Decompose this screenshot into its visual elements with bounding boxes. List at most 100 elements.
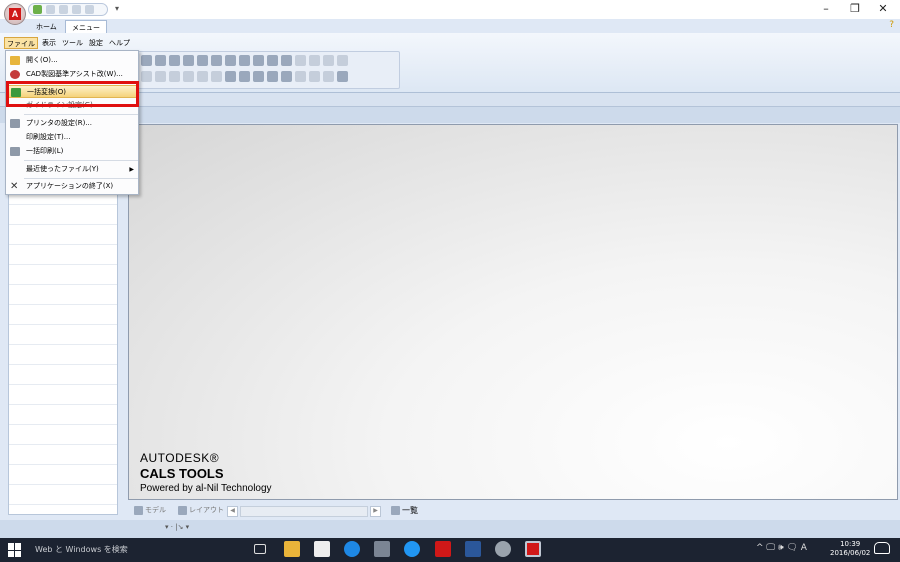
cals-tools-taskbar-icon[interactable]: [525, 541, 541, 557]
tool-icon[interactable]: [337, 71, 348, 82]
menu-item-cad-assist[interactable]: CAD製図基準アシスト改(W)...: [6, 68, 138, 81]
restore-button[interactable]: ❐: [843, 2, 867, 15]
minimize-button[interactable]: –: [814, 2, 838, 15]
menu-file[interactable]: ファイル: [4, 37, 38, 49]
tool-icon[interactable]: [183, 71, 194, 82]
menu-bar: ファイル 表示 ツール 設定 ヘルプ: [4, 37, 132, 49]
printer-icon: [10, 119, 20, 128]
menu-settings[interactable]: 設定: [87, 37, 105, 49]
windows-start-icon[interactable]: [8, 543, 22, 557]
undo-icon[interactable]: [72, 5, 81, 14]
system-tray[interactable]: ^ 🖵 🕪 🗨 A: [756, 543, 807, 553]
task-view-icon[interactable]: [254, 544, 266, 554]
clock-time: 10:39: [840, 540, 861, 548]
tool-icon[interactable]: [309, 55, 320, 66]
tool-icon[interactable]: [281, 71, 292, 82]
quick-access-toolbar: [28, 3, 108, 16]
file-menu-dropdown: 開く(O)... CAD製図基準アシスト改(W)... 一括変換(O) ガイドラ…: [5, 50, 139, 195]
scroll-left-button[interactable]: ◀: [227, 506, 238, 517]
open-icon[interactable]: [33, 5, 42, 14]
zoom-in-icon[interactable]: [169, 55, 180, 66]
toolbar-area: [136, 51, 400, 89]
internet-explorer-icon[interactable]: [404, 541, 420, 557]
tab-home[interactable]: ホーム: [30, 20, 63, 33]
tool-icon[interactable]: [337, 55, 348, 66]
horizontal-scrollbar[interactable]: [240, 506, 368, 517]
splash-branding: AUTODESK® CALS TOOLS Powered by al-Nil T…: [140, 451, 272, 494]
menu-item-printer-setup[interactable]: プリンタの設定(R)...: [6, 117, 138, 130]
word-icon[interactable]: [465, 541, 481, 557]
submenu-arrow-icon: ▶: [129, 166, 134, 173]
menu-help[interactable]: ヘルプ: [107, 37, 132, 49]
taskbar-clock[interactable]: 10:39 2016/06/02: [830, 540, 870, 558]
file-explorer-icon[interactable]: [284, 541, 300, 557]
list-icon: [391, 506, 400, 515]
store-icon[interactable]: [314, 541, 330, 557]
rotate-right-icon[interactable]: [225, 55, 236, 66]
highlight-annotation-box: [6, 81, 139, 107]
tool-icon[interactable]: [253, 71, 264, 82]
list-view-button[interactable]: 一覧: [391, 505, 418, 516]
redo-icon[interactable]: [85, 5, 94, 14]
tool-icon[interactable]: [225, 71, 236, 82]
brand-product-name: CALS TOOLS: [140, 466, 224, 481]
tool-icon[interactable]: [267, 71, 278, 82]
tool-icon[interactable]: [155, 71, 166, 82]
help-tool-icon[interactable]: [155, 55, 166, 66]
zoom-icon[interactable]: [183, 55, 194, 66]
zoom-out-icon[interactable]: [197, 55, 208, 66]
edge-browser-icon[interactable]: [344, 541, 360, 557]
tab-menu[interactable]: メニュー: [65, 20, 107, 33]
save-icon[interactable]: [46, 5, 55, 14]
circle-icon[interactable]: [169, 71, 180, 82]
batch-print-icon: [10, 147, 20, 156]
notification-icon[interactable]: [874, 542, 890, 554]
help-icon[interactable]: ?: [889, 20, 894, 30]
menu-item-open[interactable]: 開く(O)...: [6, 54, 138, 67]
menu-tools[interactable]: ツール: [60, 37, 85, 49]
close-icon: ✕: [10, 181, 19, 192]
tool-icon[interactable]: [281, 55, 292, 66]
taskbar-search-box[interactable]: Web と Windows を検索: [35, 544, 128, 555]
grid-icon[interactable]: [141, 71, 152, 82]
tab-layout[interactable]: レイアウト: [178, 505, 224, 515]
menu-item-exit[interactable]: ✕ アプリケーションの終了(X): [6, 180, 138, 193]
application-button[interactable]: A: [4, 3, 26, 25]
cross-icon[interactable]: [211, 71, 222, 82]
clock-date: 2016/06/02: [830, 549, 871, 557]
tab-model-label: モデル: [145, 506, 166, 514]
qat-customize-button[interactable]: ▾: [115, 4, 119, 13]
cad-assist-icon: [10, 70, 20, 79]
tool-icon[interactable]: [323, 55, 334, 66]
tool-icon[interactable]: [295, 55, 306, 66]
tool-icon[interactable]: [141, 55, 152, 66]
print-icon[interactable]: [59, 5, 68, 14]
title-bar: [0, 0, 900, 19]
autodesk-app-icon[interactable]: [435, 541, 451, 557]
brand-autodesk: AUTODESK®: [140, 451, 220, 465]
undo-icon[interactable]: [309, 71, 320, 82]
menu-view[interactable]: 表示: [40, 37, 58, 49]
menu-item-recent-files[interactable]: 最近使ったファイル(Y) ▶: [6, 163, 138, 176]
drawing-canvas[interactable]: [128, 124, 898, 500]
open-folder-icon: [10, 56, 20, 65]
tool-icon[interactable]: [267, 55, 278, 66]
model-icon: [134, 505, 143, 515]
tool-icon[interactable]: [197, 71, 208, 82]
status-tools[interactable]: ▾ ⋅ |↘ ▾: [165, 523, 189, 531]
scroll-right-button[interactable]: ▶: [370, 506, 381, 517]
tool-icon[interactable]: [239, 71, 250, 82]
media-player-icon[interactable]: [374, 541, 390, 557]
tab-model[interactable]: モデル: [134, 505, 166, 515]
app-icon[interactable]: [495, 541, 511, 557]
rotate-left-icon[interactable]: [211, 55, 222, 66]
cross-icon[interactable]: [323, 71, 334, 82]
check-icon[interactable]: [295, 71, 306, 82]
close-button[interactable]: ✕: [871, 2, 895, 15]
list-view-label: 一覧: [402, 506, 418, 515]
tool-icon[interactable]: [253, 55, 264, 66]
menu-item-batch-print[interactable]: 一括印刷(L): [6, 145, 138, 158]
menu-item-print-settings[interactable]: 印刷設定(T)...: [6, 131, 138, 144]
ribbon-tab-row: [0, 19, 900, 33]
tool-icon[interactable]: [239, 55, 250, 66]
